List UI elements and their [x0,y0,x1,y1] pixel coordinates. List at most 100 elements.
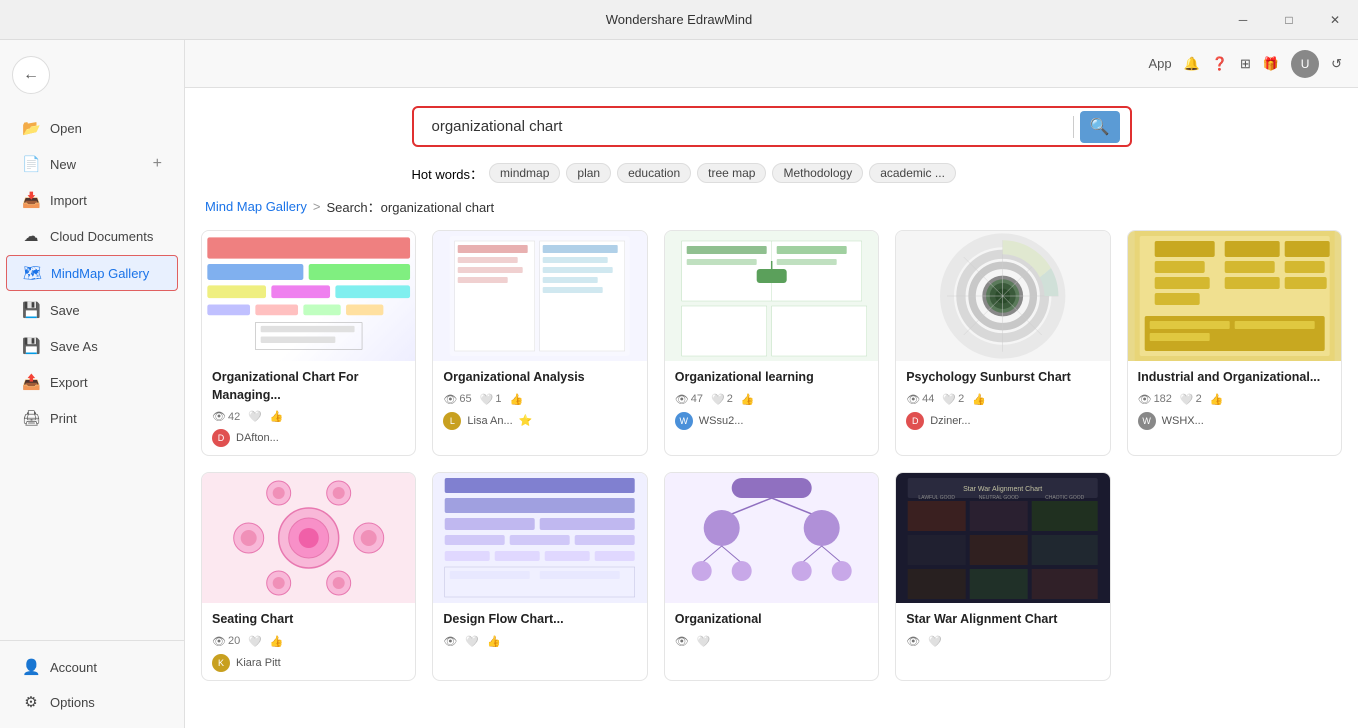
views-org4: 👁 [675,635,689,648]
card-author-seat: K Kiara Pitt [212,654,405,672]
gallery-card-org2[interactable]: Organizational Analysis 👁 65 🤍 1 👍 L Lis… [432,230,647,456]
minimize-button[interactable]: ─ [1220,0,1266,40]
card-body-ind: Industrial and Organizational... 👁 182 🤍… [1128,361,1341,438]
card-meta-sunburst: 👁 44 🤍 2 👍 [906,393,1099,406]
close-button[interactable]: ✕ [1312,0,1358,40]
card-meta-ind: 👁 182 🤍 2 👍 [1138,393,1331,406]
likes-seat: 🤍 [248,635,262,648]
gallery-card-seat[interactable]: Seating Chart 👁 20 🤍 👍 K Kiara Pitt [201,472,416,681]
card-meta-org4: 👁 🤍 [675,635,868,648]
sidebar-item-new[interactable]: 📄 New + [6,147,178,181]
svg-text:CHAOTIC GOOD: CHAOTIC GOOD [1045,495,1085,501]
author-name-org2: Lisa An... [467,415,512,427]
search-input[interactable] [424,108,1067,145]
svg-text:LAWFUL GOOD: LAWFUL GOOD [919,495,956,501]
card-author-org3: W WSsu2... [675,412,868,430]
sidebar-item-import[interactable]: 📥 Import [6,183,178,217]
card-title-ind: Industrial and Organizational... [1138,369,1331,387]
breadcrumb-current: Search：organizational chart [326,197,494,216]
sidebar-item-export[interactable]: 📤 Export [6,365,178,399]
likes-org2: 🤍 1 [480,393,502,406]
author-avatar-seat: K [212,654,230,672]
gallery-card-org3[interactable]: Organizational learning 👁 47 🤍 2 👍 W WSs… [664,230,879,456]
author-avatar-ind: W [1138,412,1156,430]
gallery-card-ind[interactable]: Industrial and Organizational... 👁 182 🤍… [1127,230,1342,456]
new-icon: 📄 [22,155,40,173]
sidebar-item-open-label: Open [50,121,82,136]
gallery-card-flow[interactable]: Design Flow Chart... 👁 🤍 👍 [432,472,647,681]
svg-text:NEUTRAL GOOD: NEUTRAL GOOD [979,495,1019,501]
search-button[interactable]: 🔍 [1080,111,1120,143]
author-badge-org2: ⭐ [519,414,533,427]
maximize-button[interactable]: □ [1266,0,1312,40]
sidebar-item-saveas-label: Save As [50,339,98,354]
help-icon[interactable]: ❓ [1212,56,1228,72]
breadcrumb-root[interactable]: Mind Map Gallery [205,199,307,214]
gallery-card-org4[interactable]: Organizational 👁 🤍 [664,472,879,681]
print-icon: 🖨 [22,409,40,427]
card-thumb-flow [433,473,646,603]
hot-word-mindmap[interactable]: mindmap [489,163,560,183]
card-meta-seat: 👁 20 🤍 👍 [212,635,405,648]
sidebar-bottom: 👤 Account ⚙ Options [0,640,184,720]
card-meta-org3: 👁 47 🤍 2 👍 [675,393,868,406]
card-thumb-sunburst [896,231,1109,361]
user-avatar-top[interactable]: U [1291,50,1319,78]
export-icon: 📤 [22,373,40,391]
card-author-ind: W WSHX... [1138,412,1331,430]
card-title-org3: Organizational learning [675,369,868,387]
breadcrumb: Mind Map Gallery > Search：organizational… [185,189,1358,224]
sidebar-item-open[interactable]: 📂 Open [6,111,178,145]
likes-ind: 🤍 2 [1180,393,1202,406]
card-title-org1: Organizational Chart For Managing... [212,369,405,404]
card-body-flow: Design Flow Chart... 👁 🤍 👍 [433,603,646,662]
new-plus-icon[interactable]: + [153,155,162,173]
author-name-ind: WSHX... [1162,415,1204,427]
thumbs-sunburst: 👍 [972,393,986,406]
sidebar-item-cloud[interactable]: ☁ Cloud Documents [6,219,178,253]
sidebar-item-mindmap-gallery[interactable]: 🗺 MindMap Gallery [6,255,178,291]
card-body-org1: Organizational Chart For Managing... 👁 4… [202,361,415,455]
search-divider [1073,116,1074,138]
sidebar-item-print-label: Print [50,411,77,426]
card-author-sunburst: D Dziner... [906,412,1099,430]
card-thumb-star: Star War Alignment Chart LAWFUL GOOD [896,473,1109,603]
sidebar-item-save-as[interactable]: 💾 Save As [6,329,178,363]
notification-icon[interactable]: 🔔 [1184,56,1200,72]
card-body-org3: Organizational learning 👁 47 🤍 2 👍 W WSs… [665,361,878,438]
sidebar-item-gallery-label: MindMap Gallery [51,266,149,281]
hot-word-education[interactable]: education [617,163,691,183]
sidebar-item-print[interactable]: 🖨 Print [6,401,178,435]
top-bar: App 🔔 ❓ ⊞ 🎁 U ↺ [185,40,1358,88]
gallery-card-org1[interactable]: Organizational Chart For Managing... 👁 4… [201,230,416,456]
app-title: Wondershare EdrawMind [606,12,752,27]
back-button[interactable]: ← [12,56,50,94]
sidebar-item-account[interactable]: 👤 Account [6,650,178,684]
main-content: App 🔔 ❓ ⊞ 🎁 U ↺ 🔍 Hot words： mindmap pla… [185,40,1358,728]
sidebar-item-account-label: Account [50,660,97,675]
card-meta-org1: 👁 42 🤍 👍 [212,410,405,423]
gallery-grid: Organizational Chart For Managing... 👁 4… [185,224,1358,701]
hot-word-methodology[interactable]: Methodology [772,163,863,183]
hot-words-label: Hot words： [412,164,484,183]
hot-words: Hot words： mindmap plan education tree m… [392,157,1152,189]
card-thumb-seat [202,473,415,603]
svg-text:Star War Alignment Chart: Star War Alignment Chart [963,486,1042,493]
grid-icon[interactable]: ⊞ [1240,56,1251,72]
refresh-icon[interactable]: ↺ [1331,56,1342,72]
sidebar-item-import-label: Import [50,193,87,208]
sidebar-item-options[interactable]: ⚙ Options [6,685,178,719]
gallery-card-star[interactable]: Star War Alignment Chart LAWFUL GOOD [895,472,1110,681]
options-icon: ⚙ [22,693,40,711]
hot-word-academic[interactable]: academic ... [869,163,956,183]
author-avatar-sunburst: D [906,412,924,430]
gallery-card-sunburst[interactable]: Psychology Sunburst Chart 👁 44 🤍 2 👍 D D… [895,230,1110,456]
app-button[interactable]: App [1148,56,1171,71]
hot-word-treemap[interactable]: tree map [697,163,766,183]
gift-icon[interactable]: 🎁 [1263,56,1279,72]
card-title-org2: Organizational Analysis [443,369,636,387]
hot-word-plan[interactable]: plan [566,163,611,183]
likes-sunburst: 🤍 2 [942,393,964,406]
views-seat: 👁 20 [212,635,240,648]
sidebar-item-save[interactable]: 💾 Save [6,293,178,327]
